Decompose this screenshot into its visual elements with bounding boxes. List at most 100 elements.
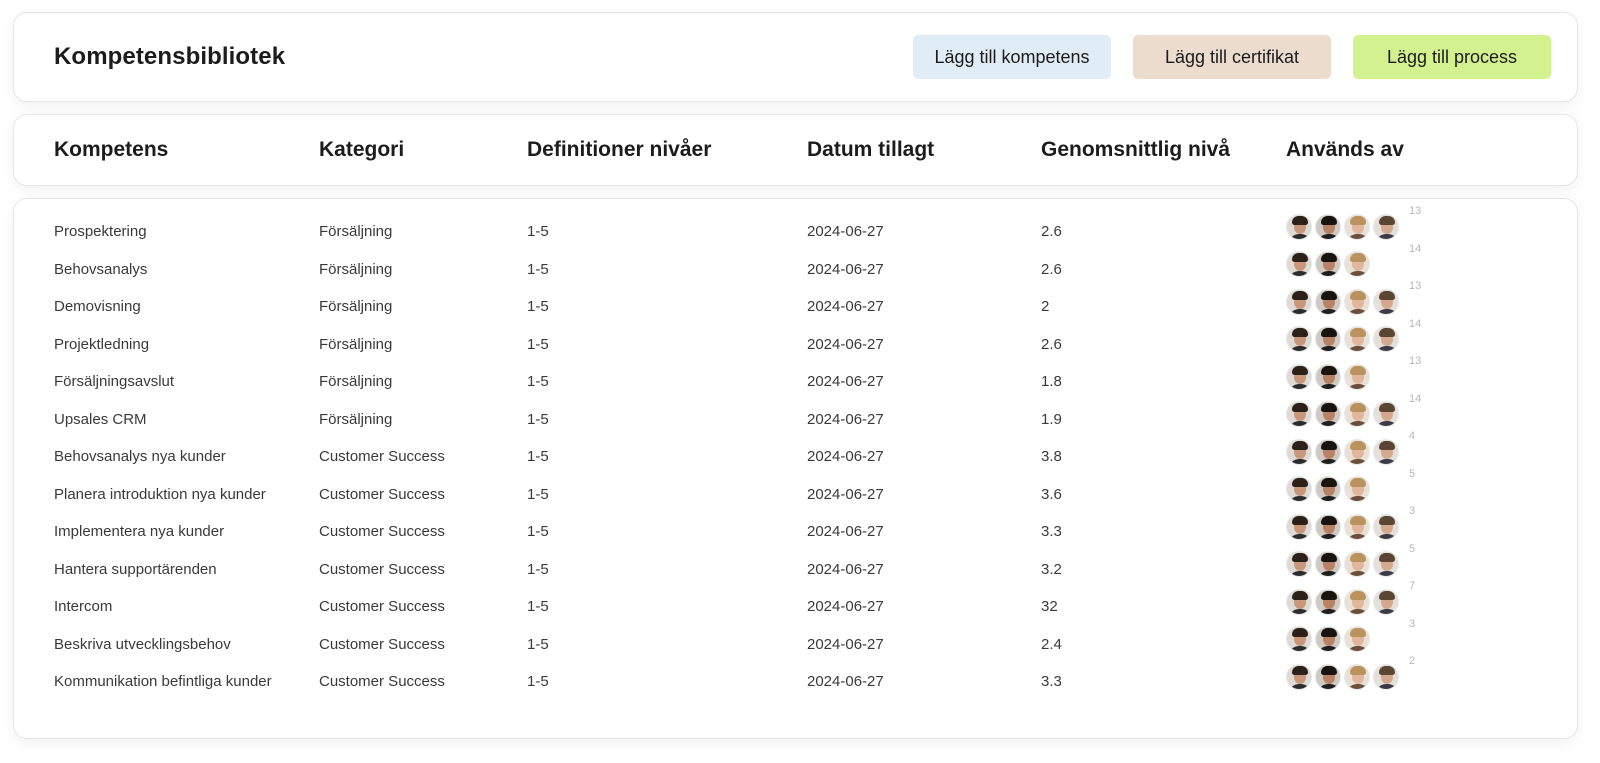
add-process-button[interactable]: Lägg till process [1353, 35, 1551, 79]
table-row[interactable]: Försäljningsavslut Försäljning 1-5 2024-06-… [14, 355, 1577, 400]
table-row[interactable]: Implementera nya kunder Customer Success 1… [14, 505, 1577, 550]
header-card: Kompetensbibliotek Lägg till kompetens L… [13, 12, 1578, 102]
user-avatar-icon [1315, 626, 1341, 652]
category-cell: Customer Success [319, 448, 445, 465]
table-row[interactable]: Prospektering Försäljning 1-5 2024-06-27 2.6… [14, 205, 1577, 250]
user-avatar-icon [1315, 401, 1341, 427]
table-row[interactable]: Beskriva utvecklingsbehov Customer Succes… [14, 618, 1577, 663]
average-level-cell: 3.3 [1041, 673, 1062, 690]
used-by-avatars[interactable] [1286, 326, 1399, 353]
column-header-date[interactable]: Datum tillagt [807, 115, 934, 185]
user-avatar-icon [1344, 288, 1370, 315]
levels-cell: 1-5 [527, 448, 549, 465]
user-avatar-icon [1286, 251, 1312, 277]
column-header-competence[interactable]: Kompetens [54, 115, 168, 185]
column-header-levels[interactable]: Definitioner nivåer [527, 115, 711, 185]
used-by-avatars[interactable] [1286, 626, 1370, 653]
user-avatar-icon [1286, 438, 1312, 465]
user-avatar-icon [1315, 288, 1341, 315]
user-avatar-icon [1315, 363, 1341, 390]
table-row[interactable]: Upsales CRM Försäljning 1-5 2024-06-27 1.9 14 [14, 393, 1577, 438]
user-avatar-icon [1286, 401, 1312, 427]
used-by-avatars[interactable] [1286, 513, 1399, 540]
user-avatar-icon [1286, 288, 1312, 315]
user-avatar-icon [1373, 551, 1399, 577]
levels-cell: 1-5 [527, 410, 549, 428]
category-cell: Customer Success [319, 635, 445, 653]
table-row[interactable]: Behovsanalys Försäljning 1-5 2024-06-27 2.6 1… [14, 243, 1577, 288]
used-by-avatars[interactable] [1286, 551, 1399, 578]
competence-name: Implementera nya kunder [54, 523, 225, 540]
used-by-avatars[interactable] [1286, 438, 1399, 465]
category-cell: Försäljning [319, 298, 393, 315]
used-by-count: 4 [1409, 430, 1416, 442]
table-row[interactable]: Intercom Customer Success 1-5 2024-06-27 32 7 [14, 580, 1577, 625]
add-competence-button[interactable]: Lägg till kompetens [913, 35, 1111, 79]
used-by-count: 7 [1409, 580, 1416, 592]
used-by-avatars[interactable] [1286, 401, 1399, 428]
levels-cell: 1-5 [527, 298, 549, 315]
user-avatar-icon [1344, 251, 1370, 277]
user-avatar-icon [1315, 513, 1341, 540]
used-by-count: 13 [1409, 355, 1422, 367]
levels-cell: 1-5 [527, 635, 549, 653]
table-row[interactable]: Demovisning Försäljning 1-5 2024-06-27 2 13 [14, 280, 1577, 325]
used-by-avatars[interactable] [1286, 476, 1370, 503]
user-avatar-icon [1344, 401, 1370, 427]
user-avatar-icon [1286, 363, 1312, 390]
column-header-average[interactable]: Genomsnittlig nivå [1041, 115, 1230, 185]
user-avatar-icon [1286, 626, 1312, 652]
user-avatar-icon [1373, 326, 1399, 352]
levels-cell: 1-5 [527, 560, 549, 578]
table-row[interactable]: Hantera supportärenden Customer Success 1-… [14, 543, 1577, 588]
column-header-used-by[interactable]: Används av [1286, 115, 1404, 185]
competence-name: Beskriva utvecklingsbehov [54, 635, 231, 653]
competence-name: Planera introduktion nya kunder [54, 485, 266, 503]
category-cell: Customer Success [319, 523, 445, 540]
user-avatar-icon [1344, 513, 1370, 540]
date-cell: 2024-06-27 [807, 448, 884, 465]
table-row[interactable]: Kommunikation befintliga kunder Customer … [14, 655, 1577, 700]
average-level-cell: 1.9 [1041, 410, 1062, 428]
user-avatar-icon [1344, 551, 1370, 577]
used-by-avatars[interactable] [1286, 663, 1399, 690]
user-avatar-icon [1286, 476, 1312, 502]
used-by-count: 13 [1409, 205, 1422, 217]
user-avatar-icon [1286, 663, 1312, 690]
levels-cell: 1-5 [527, 673, 549, 690]
average-level-cell: 3.3 [1041, 523, 1062, 540]
category-cell: Försäljning [319, 260, 393, 278]
used-by-avatars[interactable] [1286, 288, 1399, 315]
used-by-avatars[interactable] [1286, 363, 1370, 390]
user-avatar-icon [1315, 476, 1341, 502]
average-level-cell: 2.6 [1041, 260, 1062, 278]
used-by-count: 3 [1409, 505, 1416, 517]
add-certificate-button[interactable]: Lägg till certifikat [1133, 35, 1331, 79]
used-by-avatars[interactable] [1286, 251, 1370, 278]
user-avatar-icon [1344, 626, 1370, 652]
levels-cell: 1-5 [527, 598, 549, 615]
table-row[interactable]: Behovsanalys nya kunder Customer Success 1… [14, 430, 1577, 475]
column-header-category[interactable]: Kategori [319, 115, 404, 185]
date-cell: 2024-06-27 [807, 523, 884, 540]
used-by-avatars[interactable] [1286, 588, 1399, 615]
levels-cell: 1-5 [527, 485, 549, 503]
user-avatar-icon [1286, 213, 1312, 240]
table-row[interactable]: Projektledning Försäljning 1-5 2024-06-27 2.… [14, 318, 1577, 363]
used-by-count: 14 [1409, 392, 1422, 405]
user-avatar-icon [1315, 326, 1341, 352]
user-avatar-icon [1315, 251, 1341, 277]
category-cell: Försäljning [319, 373, 393, 390]
category-cell: Customer Success [319, 560, 445, 578]
date-cell: 2024-06-27 [807, 373, 884, 390]
page-title: Kompetensbibliotek [54, 43, 286, 70]
date-cell: 2024-06-27 [807, 560, 884, 578]
average-level-cell: 3.8 [1041, 448, 1062, 465]
user-avatar-icon [1344, 663, 1370, 690]
levels-cell: 1-5 [527, 335, 549, 353]
used-by-avatars[interactable] [1286, 213, 1399, 240]
competence-name: Intercom [54, 598, 113, 615]
table-row[interactable]: Planera introduktion nya kunder Customer … [14, 468, 1577, 513]
user-avatar-icon [1373, 663, 1399, 690]
header-actions: Lägg till kompetens Lägg till certifikat… [913, 35, 1551, 79]
